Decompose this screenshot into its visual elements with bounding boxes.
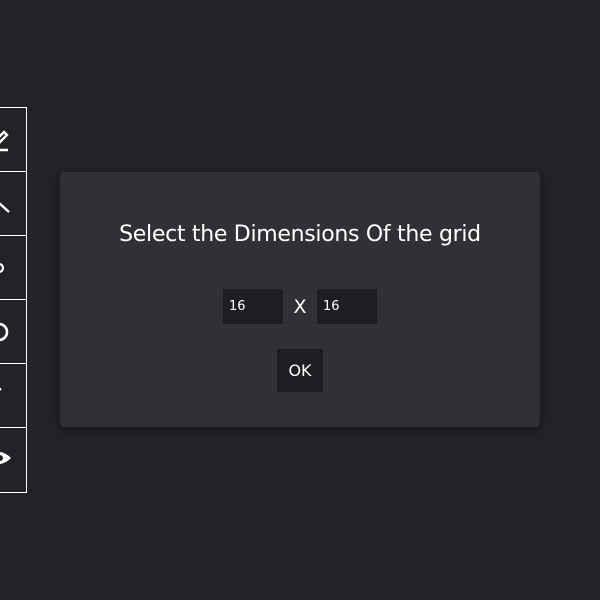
grid-width-input[interactable] <box>223 289 283 324</box>
tool-line-button[interactable] <box>0 172 26 236</box>
tool-pencil-button[interactable] <box>0 108 26 172</box>
app-root: Select the Dimensions Of the grid X OK <box>0 0 600 600</box>
dimensions-row: X <box>60 289 540 324</box>
tool-fill-button[interactable] <box>0 236 26 300</box>
dimension-separator: X <box>293 295 307 318</box>
pencil-icon <box>0 130 9 152</box>
tool-sidebar <box>0 107 27 493</box>
grid-dimensions-dialog: Select the Dimensions Of the grid X OK <box>60 172 540 427</box>
grid-height-input[interactable] <box>317 289 377 324</box>
circle-icon <box>0 322 9 342</box>
tool-eye-button[interactable] <box>0 428 26 492</box>
fill-icon <box>0 263 5 273</box>
picker-icon <box>0 387 2 391</box>
dialog-title: Select the Dimensions Of the grid <box>119 222 481 247</box>
tool-circle-button[interactable] <box>0 300 26 364</box>
eye-icon <box>0 452 11 464</box>
ok-button[interactable]: OK <box>277 349 323 392</box>
tool-picker-button[interactable] <box>0 364 26 428</box>
line-icon <box>0 202 10 213</box>
